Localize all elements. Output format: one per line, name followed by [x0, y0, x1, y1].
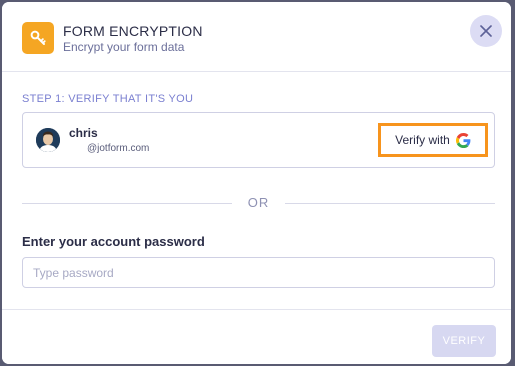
or-divider: OR [22, 194, 495, 212]
close-icon [480, 25, 492, 37]
dialog-footer: VERIFY [2, 309, 511, 364]
avatar [36, 128, 60, 152]
password-input[interactable] [22, 257, 495, 288]
step-1-label: STEP 1: VERIFY THAT IT'S YOU [22, 93, 194, 105]
form-encryption-dialog: FORM ENCRYPTION Encrypt your form data S… [2, 2, 511, 364]
password-label: Enter your account password [22, 234, 205, 249]
verify-with-google-button[interactable]: Verify with [378, 123, 488, 157]
user-email: @jotform.com [87, 143, 150, 154]
dialog-header: FORM ENCRYPTION Encrypt your form data [2, 2, 511, 72]
key-icon [22, 22, 54, 54]
user-name: chris [69, 126, 98, 140]
verify-with-google-label: Verify with [395, 133, 450, 147]
divider-line-right [285, 203, 495, 204]
dialog-subtitle: Encrypt your form data [63, 40, 185, 54]
google-g-icon [455, 132, 471, 148]
dialog-title: FORM ENCRYPTION [63, 23, 203, 39]
close-button[interactable] [470, 15, 502, 47]
verify-button[interactable]: VERIFY [432, 325, 496, 357]
account-card: chris @jotform.com Verify with [22, 112, 495, 168]
